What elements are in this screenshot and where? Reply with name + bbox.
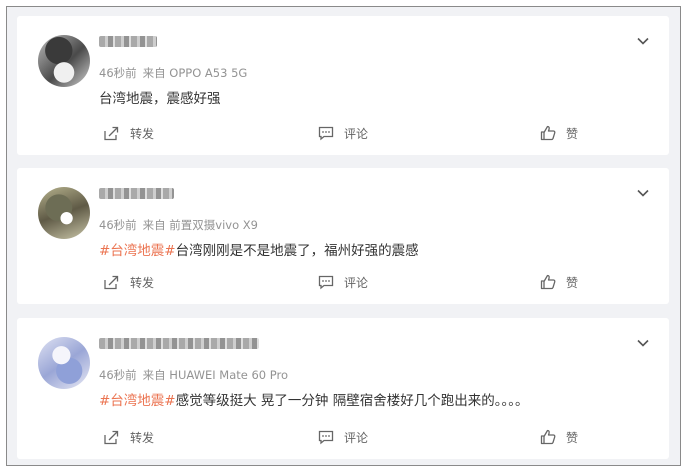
post-body: 台湾刚刚是不是地震了，福州好强的震感 [175, 243, 419, 259]
avatar[interactable] [38, 337, 90, 389]
like-label: 赞 [566, 430, 579, 445]
like-icon [540, 274, 556, 290]
username-blurred[interactable] [99, 338, 259, 349]
post-meta: 46秒前 来自 HUAWEI Mate 60 Pro [99, 367, 288, 383]
avatar[interactable] [38, 35, 90, 87]
repost-icon [104, 430, 119, 444]
post-text: #台湾地震#感觉等级挺大 晃了一分钟 隔壁宿舍楼好几个跑出来的。。。。 [99, 389, 528, 409]
post-card: 46秒前 来自 HUAWEI Mate 60 Pro #台湾地震#感觉等级挺大 晃… [17, 318, 669, 459]
topic-tag[interactable]: #台湾地震# [99, 243, 176, 259]
post-actions: 转发 评论 赞 [17, 123, 669, 143]
username-blurred[interactable] [99, 188, 174, 199]
repost-label: 转发 [130, 430, 155, 445]
like-button[interactable]: 赞 [540, 123, 578, 143]
like-icon [540, 429, 556, 445]
repost-button[interactable]: 转发 [103, 123, 154, 143]
feed-container: 46秒前 来自 OPPO A53 5G 台湾地震，震感好强 转发 评论 赞 46… [6, 6, 681, 466]
post-source: 来自 OPPO A53 5G [142, 66, 248, 80]
post-source: 来自 HUAWEI Mate 60 Pro [142, 368, 289, 382]
post-time: 46秒前 [99, 368, 137, 382]
repost-label: 转发 [130, 275, 155, 290]
post-actions: 转发 评论 赞 [17, 427, 669, 447]
username-blurred[interactable] [99, 36, 157, 47]
repost-button[interactable]: 转发 [103, 427, 154, 447]
repost-icon [104, 126, 119, 140]
post-time: 46秒前 [99, 218, 137, 232]
like-label: 赞 [566, 275, 579, 290]
like-button[interactable]: 赞 [540, 272, 578, 292]
post-actions: 转发 评论 赞 [17, 272, 669, 292]
comment-label: 评论 [344, 275, 369, 290]
post-text: #台湾地震#台湾刚刚是不是地震了，福州好强的震感 [99, 239, 419, 259]
post-source: 来自 前置双摄vivo X9 [142, 218, 258, 232]
comment-icon [318, 126, 334, 140]
post-text: 台湾地震，震感好强 [99, 87, 221, 107]
avatar[interactable] [38, 187, 90, 239]
like-button[interactable]: 赞 [540, 427, 578, 447]
comment-label: 评论 [344, 430, 369, 445]
post-card: 46秒前 来自 OPPO A53 5G 台湾地震，震感好强 转发 评论 赞 [17, 16, 669, 155]
post-body: 台湾地震，震感好强 [99, 91, 221, 107]
repost-button[interactable]: 转发 [103, 272, 154, 292]
comment-icon [318, 430, 334, 444]
comment-button[interactable]: 评论 [318, 123, 368, 143]
comment-label: 评论 [344, 126, 369, 141]
topic-tag[interactable]: #台湾地震# [99, 393, 176, 409]
post-meta: 46秒前 来自 OPPO A53 5G [99, 65, 247, 81]
chevron-down-icon[interactable] [637, 187, 649, 199]
repost-icon [104, 275, 119, 289]
comment-icon [318, 275, 334, 289]
comment-button[interactable]: 评论 [318, 272, 368, 292]
chevron-down-icon[interactable] [637, 35, 649, 47]
post-body: 感觉等级挺大 晃了一分钟 隔壁宿舍楼好几个跑出来的。。。。 [175, 393, 529, 409]
like-label: 赞 [566, 126, 579, 141]
comment-button[interactable]: 评论 [318, 427, 368, 447]
repost-label: 转发 [130, 126, 155, 141]
post-time: 46秒前 [99, 66, 137, 80]
like-icon [540, 125, 556, 141]
post-card: 46秒前 来自 前置双摄vivo X9 #台湾地震#台湾刚刚是不是地震了，福州好强… [17, 168, 669, 304]
chevron-down-icon[interactable] [637, 337, 649, 349]
post-meta: 46秒前 来自 前置双摄vivo X9 [99, 217, 258, 233]
